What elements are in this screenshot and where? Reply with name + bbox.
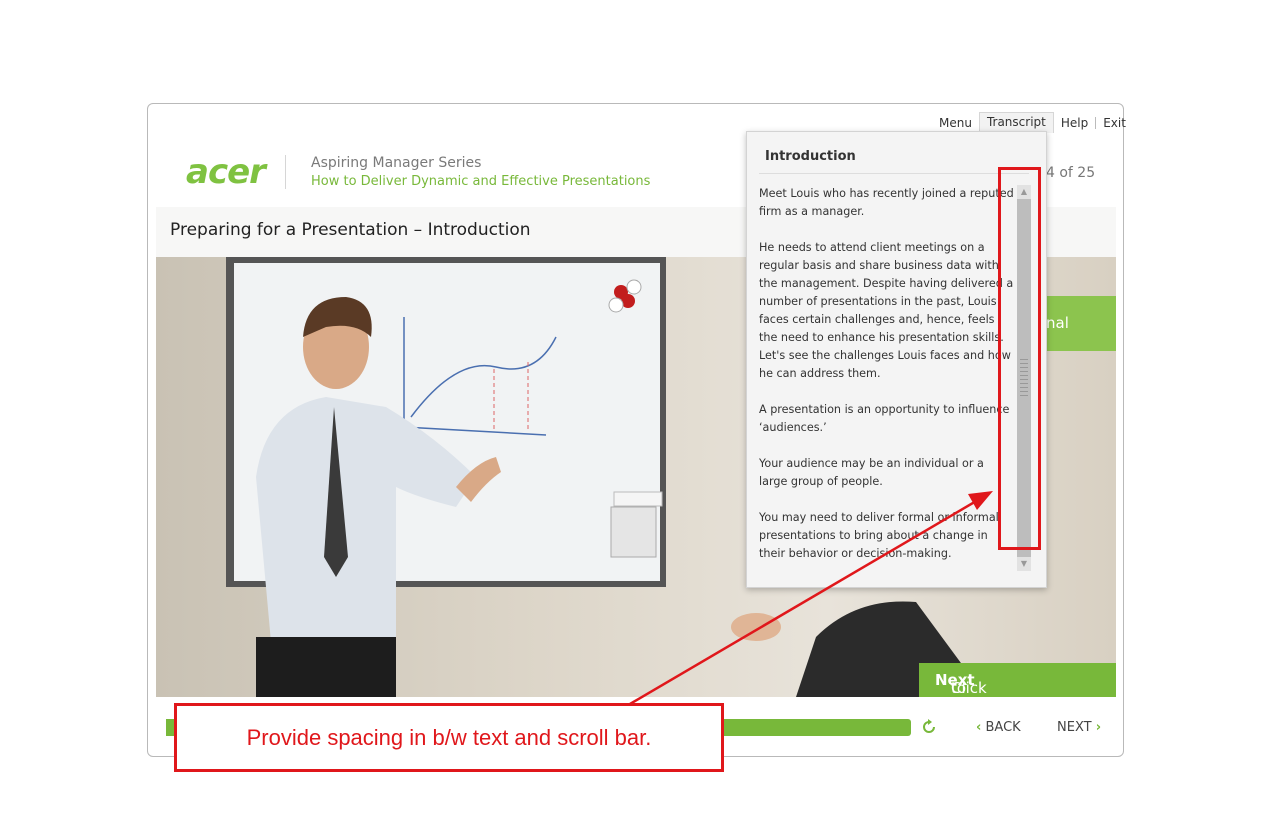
progress-bar[interactable] [724,719,911,736]
chevron-left-icon: ‹ [976,720,982,735]
annotation-callout: Provide spacing in b/w text and scroll b… [174,703,724,772]
chevron-right-icon: › [1095,720,1102,735]
annotation-text: Provide spacing in b/w text and scroll b… [246,725,652,750]
back-button[interactable]: ‹ BACK [976,720,1021,735]
refresh-icon[interactable] [920,718,938,736]
back-label: BACK [985,720,1021,735]
progress-bar-start [166,719,174,736]
next-button[interactable]: NEXT › [1057,720,1101,735]
next-label: NEXT [1057,720,1092,735]
